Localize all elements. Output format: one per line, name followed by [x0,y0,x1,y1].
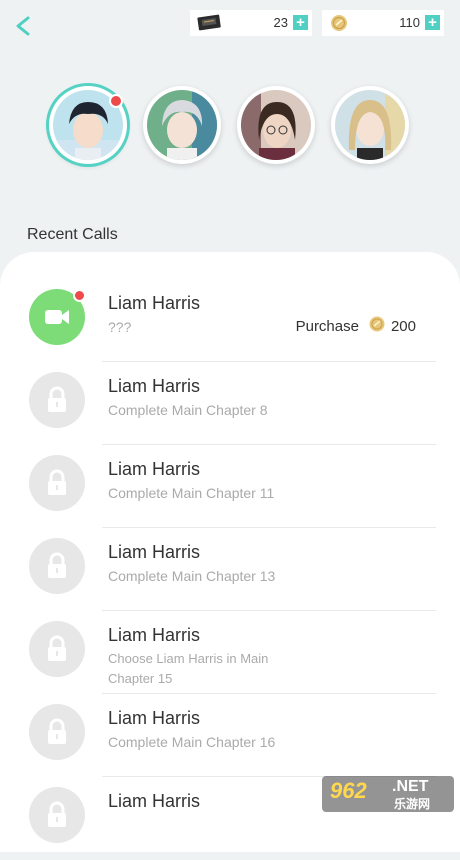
call-subtitle: Complete Main Chapter 16 [108,734,276,750]
tickets-counter: 23 + [190,10,312,36]
call-subtitle: Complete Main Chapter 13 [108,568,276,584]
caller-name: Liam Harris [108,708,201,728]
coins-counter: 110 + [322,10,444,36]
avatar-3[interactable] [237,86,315,164]
add-tickets-button[interactable]: + [293,15,308,30]
call-status-circle [29,787,85,843]
call-status-circle [29,538,85,594]
caller-name: Liam Harris [108,542,201,562]
caller-name: Liam Harris [108,459,201,479]
lock-icon [48,552,66,578]
lock-icon [48,718,66,744]
call-row[interactable]: Liam Harris Choose Liam Harris in Main C… [0,611,460,694]
call-subtitle: Complete Main Chapter 11 [108,485,275,501]
avatar-1[interactable] [49,86,127,164]
lock-icon [48,386,66,412]
caller-name: Liam Harris [108,791,201,811]
notification-dot [73,289,86,302]
watermark-cn: 乐游网 [394,797,431,811]
caller-name: Liam Harris [108,293,201,313]
call-row[interactable]: Liam Harris Complete Main Chapter 11 [0,445,460,528]
back-button[interactable] [12,14,36,38]
call-subtitle: Choose Liam Harris in Main Chapter 15 [108,651,269,686]
character-avatars [0,84,460,174]
call-subtitle: Complete Main Chapter 8 [108,402,268,418]
lock-icon [48,469,66,495]
call-status-circle [29,455,85,511]
call-subtitle: ??? [108,319,132,335]
notification-dot [109,94,123,108]
recent-calls-list: Liam Harris ??? Purchase 200 Liam Harris… [0,252,460,852]
site-watermark: 962 .NET 乐游网 [322,776,454,812]
section-title: Recent Calls [27,226,118,243]
coin-icon [367,315,387,337]
call-status-circle [29,704,85,760]
purchase-button[interactable]: Purchase 200 [296,315,416,337]
purchase-price: 200 [390,317,416,335]
coin-icon [328,13,350,38]
chevron-left-icon [16,16,30,36]
call-row[interactable]: Liam Harris Complete Main Chapter 16 [0,694,460,777]
coins-amount: 110 [399,15,420,30]
call-status-circle [29,372,85,428]
avatar-4[interactable] [331,86,409,164]
call-row[interactable]: Liam Harris Complete Main Chapter 13 [0,528,460,611]
purchase-label: Purchase [295,317,359,335]
caller-name: Liam Harris [108,625,201,645]
call-row[interactable]: Liam Harris Complete Main Chapter 8 [0,362,460,445]
watermark-net: .NET [392,778,429,795]
ticket-icon [196,13,222,36]
tickets-amount: 23 [273,15,288,30]
watermark-brand: 962 [330,778,367,803]
caller-name: Liam Harris [108,376,201,396]
lock-icon [48,635,66,661]
lock-icon [48,801,66,827]
call-row[interactable]: Liam Harris ??? Purchase 200 [0,279,460,362]
add-coins-button[interactable]: + [425,15,440,30]
call-status-circle [29,621,85,677]
avatar-2[interactable] [143,86,221,164]
